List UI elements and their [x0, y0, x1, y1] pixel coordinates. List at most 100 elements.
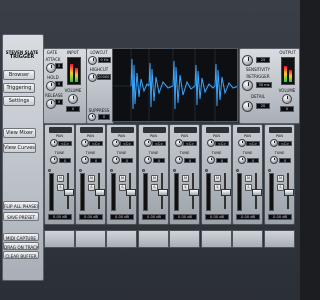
phase-led-icon[interactable] [205, 169, 208, 172]
sample-slot-2[interactable] [75, 230, 106, 248]
phase-led-icon[interactable] [173, 169, 176, 172]
mute-button[interactable]: M [214, 175, 221, 182]
solo-button[interactable]: S [119, 184, 126, 191]
mute-button[interactable]: M [88, 175, 95, 182]
clear-buffer-button[interactable]: CLEAR BUFFER [3, 251, 39, 259]
volume-fader[interactable] [64, 189, 74, 196]
sample-slot-3[interactable] [106, 230, 137, 248]
phase-led-icon[interactable] [236, 169, 239, 172]
tune-value: 0 [121, 158, 133, 163]
volume-fader[interactable] [95, 189, 105, 196]
retrigger-label: RETRIGGER [246, 74, 270, 79]
solo-button[interactable]: S [88, 184, 95, 191]
retrigger-knob-icon[interactable] [242, 80, 253, 91]
phase-led-icon[interactable] [142, 169, 145, 172]
volume-fader[interactable] [189, 189, 199, 196]
mute-button[interactable]: M [119, 175, 126, 182]
volume-fader[interactable] [126, 189, 136, 196]
pan-knob-icon[interactable] [50, 139, 58, 147]
pan-knob-icon[interactable] [144, 139, 152, 147]
detail-knob-icon[interactable] [242, 101, 253, 112]
mixer-channel-1: PAN <C> TUNE 0 M S 0.00 dB [44, 124, 75, 225]
lowcut-knob-icon[interactable] [88, 56, 97, 65]
pan-knob-icon[interactable] [207, 139, 215, 147]
pan-value: <C> [278, 141, 292, 146]
channel-meter [237, 173, 242, 211]
pan-value: <C> [215, 141, 229, 146]
tune-knob-icon[interactable] [50, 156, 58, 164]
sample-slot-1[interactable] [44, 230, 75, 248]
mute-button[interactable]: M [151, 175, 158, 182]
tune-label: TUNE [211, 151, 222, 155]
highcut-knob-icon[interactable] [88, 73, 97, 82]
pan-knob-icon[interactable] [238, 139, 246, 147]
input-volume-label: VOLUME [64, 88, 82, 93]
pan-knob-icon[interactable] [81, 139, 89, 147]
sensitivity-knob-icon[interactable] [242, 55, 253, 66]
view-mixer-button[interactable]: View Mixer [3, 128, 36, 138]
release-label: RELEASE [45, 93, 63, 98]
pan-knob-icon[interactable] [175, 139, 183, 147]
mute-button[interactable]: M [57, 175, 64, 182]
solo-button[interactable]: S [182, 184, 189, 191]
channel-meter [206, 173, 211, 211]
solo-button[interactable]: S [245, 184, 252, 191]
solo-button[interactable]: S [214, 184, 221, 191]
channel-db-value: 0.00 dB [48, 214, 72, 220]
tune-knob-icon[interactable] [112, 156, 120, 164]
channel-db-value: 0.00 dB [236, 214, 260, 220]
phase-led-icon[interactable] [110, 169, 113, 172]
channel-tab [206, 127, 229, 133]
phase-led-icon[interactable] [48, 169, 51, 172]
sample-slot-6[interactable] [201, 230, 232, 248]
tune-knob-icon[interactable] [238, 156, 246, 164]
mixer-channel-8: PAN <C> TUNE 0 M S 0.00 dB [264, 124, 295, 225]
mixer-channel-3: PAN <C> TUNE 0 M S 0.00 dB [106, 124, 137, 225]
browser-button[interactable]: Browser [3, 70, 35, 80]
mixer-channel-4: PAN <C> TUNE 0 M S 0.00 dB [138, 124, 169, 225]
tune-knob-icon[interactable] [175, 156, 183, 164]
suppress-knob-icon[interactable] [88, 113, 96, 121]
solo-button[interactable]: S [277, 184, 284, 191]
output-meter [281, 57, 295, 85]
input-volume-knob-icon[interactable] [68, 94, 78, 104]
pan-knob-icon[interactable] [270, 139, 278, 147]
volume-fader[interactable] [221, 189, 231, 196]
solo-button[interactable]: S [151, 184, 158, 191]
tune-label: TUNE [85, 151, 96, 155]
sample-slot-4[interactable] [138, 230, 169, 248]
mute-button[interactable]: M [182, 175, 189, 182]
pan-knob-icon[interactable] [112, 139, 120, 147]
sample-slot-8[interactable] [264, 230, 295, 248]
tune-knob-icon[interactable] [81, 156, 89, 164]
view-curves-button[interactable]: View Curves [3, 143, 36, 153]
solo-button[interactable]: S [57, 184, 64, 191]
tune-value: 0 [279, 158, 291, 163]
volume-fader[interactable] [158, 189, 168, 196]
midi-capture-button[interactable]: MIDI CAPTURE [3, 233, 39, 241]
pan-label: PAN [180, 134, 189, 138]
tune-knob-icon[interactable] [270, 156, 278, 164]
volume-fader[interactable] [284, 189, 294, 196]
waveform-hit-5 [214, 63, 237, 107]
flip-all-phases-button[interactable]: FLIP ALL PHASES [3, 201, 39, 210]
phase-led-icon[interactable] [79, 169, 82, 172]
save-preset-button[interactable]: SAVE PRESET [3, 212, 39, 221]
pan-label: PAN [275, 134, 284, 138]
mute-button[interactable]: M [245, 175, 252, 182]
phase-led-icon[interactable] [268, 169, 271, 172]
triggering-button[interactable]: Triggering [3, 83, 35, 93]
pan-label: PAN [212, 134, 221, 138]
tune-knob-icon[interactable] [144, 156, 152, 164]
sample-slot-5[interactable] [169, 230, 200, 248]
waveform-display[interactable] [112, 48, 238, 122]
output-volume-knob-icon[interactable] [282, 94, 292, 104]
volume-fader[interactable] [252, 189, 262, 196]
tune-label: TUNE [179, 151, 190, 155]
drag-on-track-button[interactable]: DRAG ON TRACK [3, 242, 39, 250]
settings-button[interactable]: Settings [3, 96, 35, 106]
waveform-graphic [113, 49, 237, 121]
tune-knob-icon[interactable] [207, 156, 215, 164]
sample-slot-7[interactable] [232, 230, 263, 248]
mute-button[interactable]: M [277, 175, 284, 182]
